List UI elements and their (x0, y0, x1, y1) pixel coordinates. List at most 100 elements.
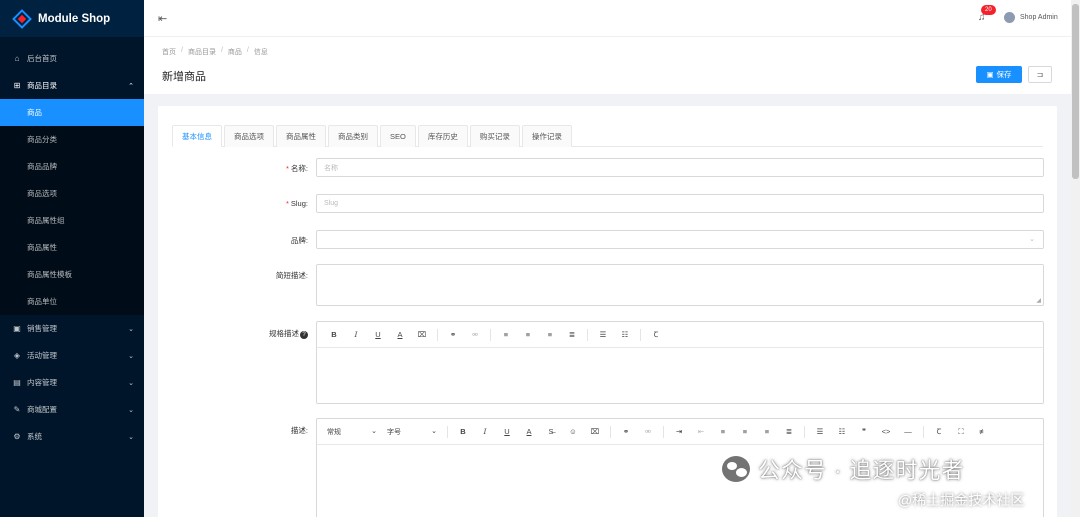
remove-format-icon[interactable]: Ꞇ (645, 330, 667, 340)
bold-icon[interactable]: B (323, 330, 345, 339)
indent-icon[interactable]: ⇥ (668, 427, 690, 436)
font-color-icon[interactable]: A (518, 427, 540, 436)
clear-format-icon[interactable]: ⌧ (584, 427, 606, 436)
sidebar-item-promotions[interactable]: ◈ 活动管理 ⌄ (0, 342, 144, 369)
font-style-select[interactable]: 常规 ⌄ (323, 427, 383, 437)
save-button[interactable]: ▣ 保存 (976, 66, 1022, 83)
tab-product-attributes[interactable]: 商品属性 (276, 125, 326, 147)
sidebar-item-attribute-groups[interactable]: 商品属性组 (0, 207, 144, 234)
scroll-thumb[interactable] (1072, 4, 1079, 179)
tab-purchase-records[interactable]: 购买记录 (469, 125, 520, 147)
sidebar-item-sales[interactable]: ▣ 销售管理 ⌄ (0, 315, 144, 342)
sidebar-item-products[interactable]: 商品 (0, 99, 144, 126)
chevron-down-icon: ⌄ (128, 352, 134, 360)
tab-operation-log[interactable]: 操作记录 (521, 125, 572, 147)
notification-badge: 20 (981, 5, 996, 15)
fullscreen-icon[interactable]: ⛶ (950, 427, 972, 437)
tab-seo[interactable]: SEO (380, 125, 416, 147)
remove-format-icon[interactable]: Ꞇ (928, 427, 950, 437)
back-button[interactable]: ⊐ (1028, 66, 1052, 83)
tab-product-options[interactable]: 商品选项 (224, 125, 274, 147)
watermark: 公众号 · 追逐时光者 (722, 453, 965, 485)
emoji-icon[interactable]: ☺ (562, 427, 584, 436)
align-justify-icon[interactable]: ≣ (561, 330, 583, 339)
breadcrumb-item[interactable]: 商品目录 (188, 47, 216, 57)
spec-desc-editor[interactable]: B I U A ⌧ ⚭ ⚮ ≡ ≡ ≡ ≣ ☰ ☷ Ꞇ (316, 321, 1044, 404)
chevron-down-icon: ⌄ (128, 433, 134, 441)
align-left-icon[interactable]: ≡ (495, 330, 517, 339)
avatar[interactable] (1004, 12, 1015, 23)
sidebar-item-content[interactable]: ▤ 内容管理 ⌄ (0, 369, 144, 396)
outdent-icon: ⇤ (697, 427, 705, 436)
italic-icon[interactable]: I (345, 330, 367, 339)
align-left-icon[interactable]: ≡ (712, 427, 734, 436)
watermark-subtext: @稀土掘金技术社区 (898, 492, 1025, 508)
notification-bell[interactable]: ♫ 20 (978, 5, 996, 23)
slug-field[interactable]: Slug (316, 194, 1044, 213)
underline-icon[interactable]: U (496, 427, 518, 436)
bag-icon: ▣ (13, 324, 21, 333)
tab-basic-info[interactable]: 基本信息 (172, 125, 222, 147)
page-scrollbar[interactable] (1071, 0, 1080, 517)
sidebar-item-attribute-templates[interactable]: 商品属性模板 (0, 261, 144, 288)
sidebar-item-categories[interactable]: 商品分类 (0, 126, 144, 153)
breadcrumb-item[interactable]: 首页 (162, 47, 176, 57)
sidebar-item-options[interactable]: 商品选项 (0, 180, 144, 207)
tab-product-categories[interactable]: 商品类别 (328, 125, 378, 147)
align-right-icon[interactable]: ≡ (756, 427, 778, 436)
code-icon[interactable]: <> (875, 427, 897, 436)
user-name[interactable]: Shop Admin (1020, 14, 1058, 21)
help-icon: ? (300, 331, 308, 339)
bullet-list-icon[interactable]: ☰ (592, 330, 614, 339)
source-icon[interactable]: ≢ (972, 427, 994, 436)
numbered-list-icon[interactable]: ☷ (614, 330, 636, 339)
sidebar-item-units[interactable]: 商品单位 (0, 288, 144, 315)
editor-toolbar: B I U A ⌧ ⚭ ⚮ ≡ ≡ ≡ ≣ ☰ ☷ Ꞇ (317, 322, 1043, 348)
save-label: 保存 (996, 70, 1012, 79)
align-center-icon[interactable]: ≡ (517, 330, 539, 339)
quote-icon[interactable]: ❞ (853, 427, 875, 436)
tab-stock-history[interactable]: 库存历史 (417, 125, 468, 147)
clear-format-icon[interactable]: ⌧ (411, 330, 433, 339)
breadcrumb: 首页 / 商品目录 / 商品 / 信息 (162, 47, 268, 57)
align-right-icon[interactable]: ≡ (539, 330, 561, 339)
unlink-icon: ⚮ (644, 427, 652, 436)
catalog-submenu: 商品 商品分类 商品品牌 商品选项 商品属性组 商品属性 商品属性模板 商品单位 (0, 99, 144, 315)
resize-handle-icon[interactable]: ◢ (1036, 297, 1041, 304)
file-icon: ▤ (13, 378, 21, 387)
page-title: 新增商品 (162, 71, 206, 83)
align-center-icon[interactable]: ≡ (734, 427, 756, 436)
sidebar-item-dashboard[interactable]: ⌂ 后台首页 (0, 45, 144, 72)
align-justify-icon[interactable]: ≣ (778, 427, 800, 436)
unlink-icon: ⚮ (471, 330, 479, 339)
bullet-list-icon[interactable]: ☰ (809, 427, 831, 436)
logo-area[interactable]: Module Shop (0, 0, 144, 37)
logo-icon (12, 8, 32, 29)
sidebar-item-system[interactable]: ⚙ 系统 ⌄ (0, 423, 144, 450)
strikethrough-icon[interactable]: S̶ (540, 427, 562, 436)
short-desc-textarea[interactable]: ◢ (316, 264, 1044, 306)
bold-icon[interactable]: B (452, 427, 474, 436)
breadcrumb-item[interactable]: 商品 (228, 47, 242, 57)
brand-select[interactable]: ⌄ (316, 230, 1044, 249)
chevron-down-icon: ⌄ (128, 325, 134, 333)
font-color-icon[interactable]: A (389, 330, 411, 339)
underline-icon[interactable]: U (367, 330, 389, 339)
name-field[interactable]: 名称 (316, 158, 1044, 177)
sidebar-item-brands[interactable]: 商品品牌 (0, 153, 144, 180)
sidebar-item-label: 内容管理 (27, 378, 57, 387)
save-icon: ▣ (986, 70, 994, 79)
link-icon[interactable]: ⚭ (442, 330, 464, 339)
link-icon[interactable]: ⚭ (615, 427, 637, 436)
sidebar-item-attributes[interactable]: 商品属性 (0, 234, 144, 261)
font-size-select[interactable]: 字号 ⌄ (383, 427, 443, 437)
sidebar-item-label: 商品目录 (27, 81, 57, 90)
sidebar-item-catalog[interactable]: ⊞ 商品目录 ⌃ (0, 72, 144, 99)
menu-fold-icon[interactable]: ⇤ (158, 12, 167, 25)
sidebar-item-shop-config[interactable]: ✎ 商城配置 ⌄ (0, 396, 144, 423)
horizontal-rule-icon[interactable]: — (897, 427, 919, 436)
sidebar-menu: ⌂ 后台首页 ⊞ 商品目录 ⌃ 商品 商品分类 商品品牌 商品选项 商品属性组 … (0, 37, 144, 450)
numbered-list-icon[interactable]: ☷ (831, 427, 853, 436)
breadcrumb-item: 信息 (253, 49, 268, 56)
italic-icon[interactable]: I (474, 427, 496, 436)
